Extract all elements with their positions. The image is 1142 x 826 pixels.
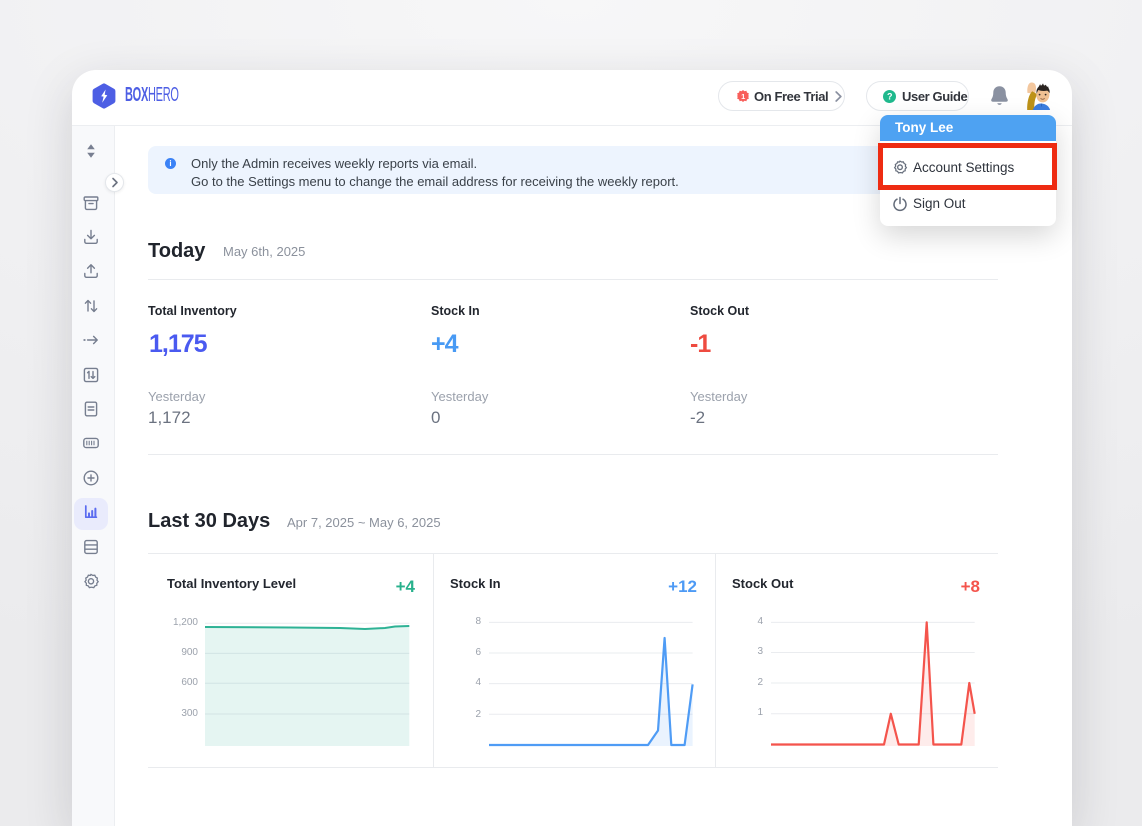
svg-text:?: ? bbox=[887, 91, 892, 101]
svg-text:1: 1 bbox=[741, 92, 745, 101]
